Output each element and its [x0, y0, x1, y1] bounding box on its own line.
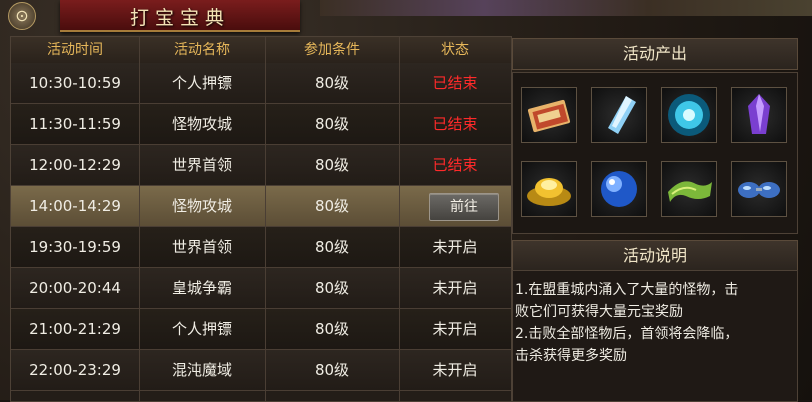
- row-time: 20:00-20:44: [29, 279, 121, 297]
- description-line: 败它们可获得大量元宝奖励: [515, 304, 683, 320]
- row-time: 21:00-21:29: [29, 320, 121, 338]
- row-time: 10:30-10:59: [29, 74, 121, 92]
- column-divider: [139, 37, 140, 401]
- row-name: 个人押镖: [171, 74, 232, 92]
- gold-ingot-icon[interactable]: [521, 161, 577, 217]
- table-row: 20:00-20:44 皇城争霸 80级 未开启: [11, 268, 511, 309]
- title-banner: 打宝宝典: [60, 0, 300, 32]
- row-name: 怪物攻城: [171, 115, 232, 133]
- green-scroll-icon[interactable]: [661, 161, 717, 217]
- table-row: 11:30-11:59 怪物攻城 80级 已结束: [11, 104, 511, 145]
- rewards-grid: [512, 72, 798, 234]
- goggles-icon[interactable]: [731, 161, 787, 217]
- row-condition: 80级: [314, 156, 350, 174]
- table-row: 21:00-21:29 个人押镖 80级 未开启: [11, 309, 511, 350]
- row-name: 个人押镖: [171, 320, 232, 338]
- row-status: 未开启: [432, 279, 478, 297]
- row-name: 怪物攻城: [171, 197, 232, 215]
- blue-crystal-icon[interactable]: [591, 87, 647, 143]
- scroll-tickets-icon[interactable]: [521, 87, 577, 143]
- description-panel: 1.在盟重城内涌入了大量的怪物，击 败它们可获得大量元宝奖励 2.击败全部怪物后…: [512, 270, 798, 402]
- description-line: 1.在盟重城内涌入了大量的怪物，击: [515, 282, 739, 298]
- table-header: 活动时间 活动名称 参加条件 状态: [11, 37, 511, 64]
- schedule-table: 活动时间 活动名称 参加条件 状态 10:30-10:59 个人押镖 80级 已…: [10, 36, 512, 402]
- row-condition: 80级: [314, 361, 350, 379]
- top-decoration: [320, 0, 812, 16]
- description-title: 活动说明: [512, 240, 798, 272]
- column-divider: [265, 37, 266, 401]
- row-time: 11:30-11:59: [29, 115, 121, 133]
- row-condition: 80级: [314, 320, 350, 338]
- description-line: 击杀获得更多奖励: [515, 348, 627, 364]
- table-row-active[interactable]: 14:00-14:29 怪物攻城 80级 前往: [11, 186, 511, 227]
- row-status: 未开启: [432, 320, 478, 338]
- row-time: 19:30-19:59: [29, 238, 121, 256]
- row-time: 22:00-23:29: [29, 361, 121, 379]
- table-row: 22:00-23:29 混沌魔域 80级 未开启: [11, 350, 511, 391]
- table-row: 10:30-10:59 个人押镖 80级 已结束: [11, 63, 511, 104]
- rewards-title: 活动产出: [512, 38, 798, 70]
- window-title: 打宝宝典: [129, 7, 230, 29]
- row-status: 已结束: [432, 156, 478, 174]
- close-button[interactable]: ⊙: [8, 2, 36, 30]
- game-window: ⊙ 打宝宝典 活动时间 活动名称 参加条件 状态 10:30-10:59 个人押…: [0, 0, 812, 402]
- table-row: 19:30-19:59 世界首领 80级 未开启: [11, 227, 511, 268]
- description-line: 2.击败全部怪物后，首领将会降临，: [515, 326, 739, 342]
- row-status: 已结束: [432, 115, 478, 133]
- row-status: 未开启: [432, 238, 478, 256]
- row-time: 12:00-12:29: [29, 156, 121, 174]
- row-status: 未开启: [432, 361, 478, 379]
- goto-button[interactable]: 前往: [429, 193, 499, 221]
- row-name: 皇城争霸: [171, 279, 232, 297]
- header-status: 状态: [441, 42, 469, 58]
- row-condition: 80级: [314, 115, 350, 133]
- row-condition: 80级: [314, 197, 350, 215]
- row-condition: 80级: [314, 238, 350, 256]
- header-name: 活动名称: [174, 42, 230, 58]
- purple-crystal-icon[interactable]: [731, 87, 787, 143]
- row-name: 世界首领: [171, 238, 232, 256]
- row-condition: 80级: [314, 74, 350, 92]
- row-time: 14:00-14:29: [29, 197, 121, 215]
- row-name: 世界首领: [171, 156, 232, 174]
- header-time: 活动时间: [47, 42, 103, 58]
- row-name: 混沌魔域: [171, 361, 232, 379]
- blue-sphere-icon[interactable]: [591, 161, 647, 217]
- row-status: 已结束: [432, 74, 478, 92]
- row-condition: 80级: [314, 279, 350, 297]
- table-row: 12:00-12:29 世界首领 80级 已结束: [11, 145, 511, 186]
- column-divider: [399, 37, 400, 401]
- header-condition: 参加条件: [304, 42, 360, 58]
- glowing-orb-icon[interactable]: [661, 87, 717, 143]
